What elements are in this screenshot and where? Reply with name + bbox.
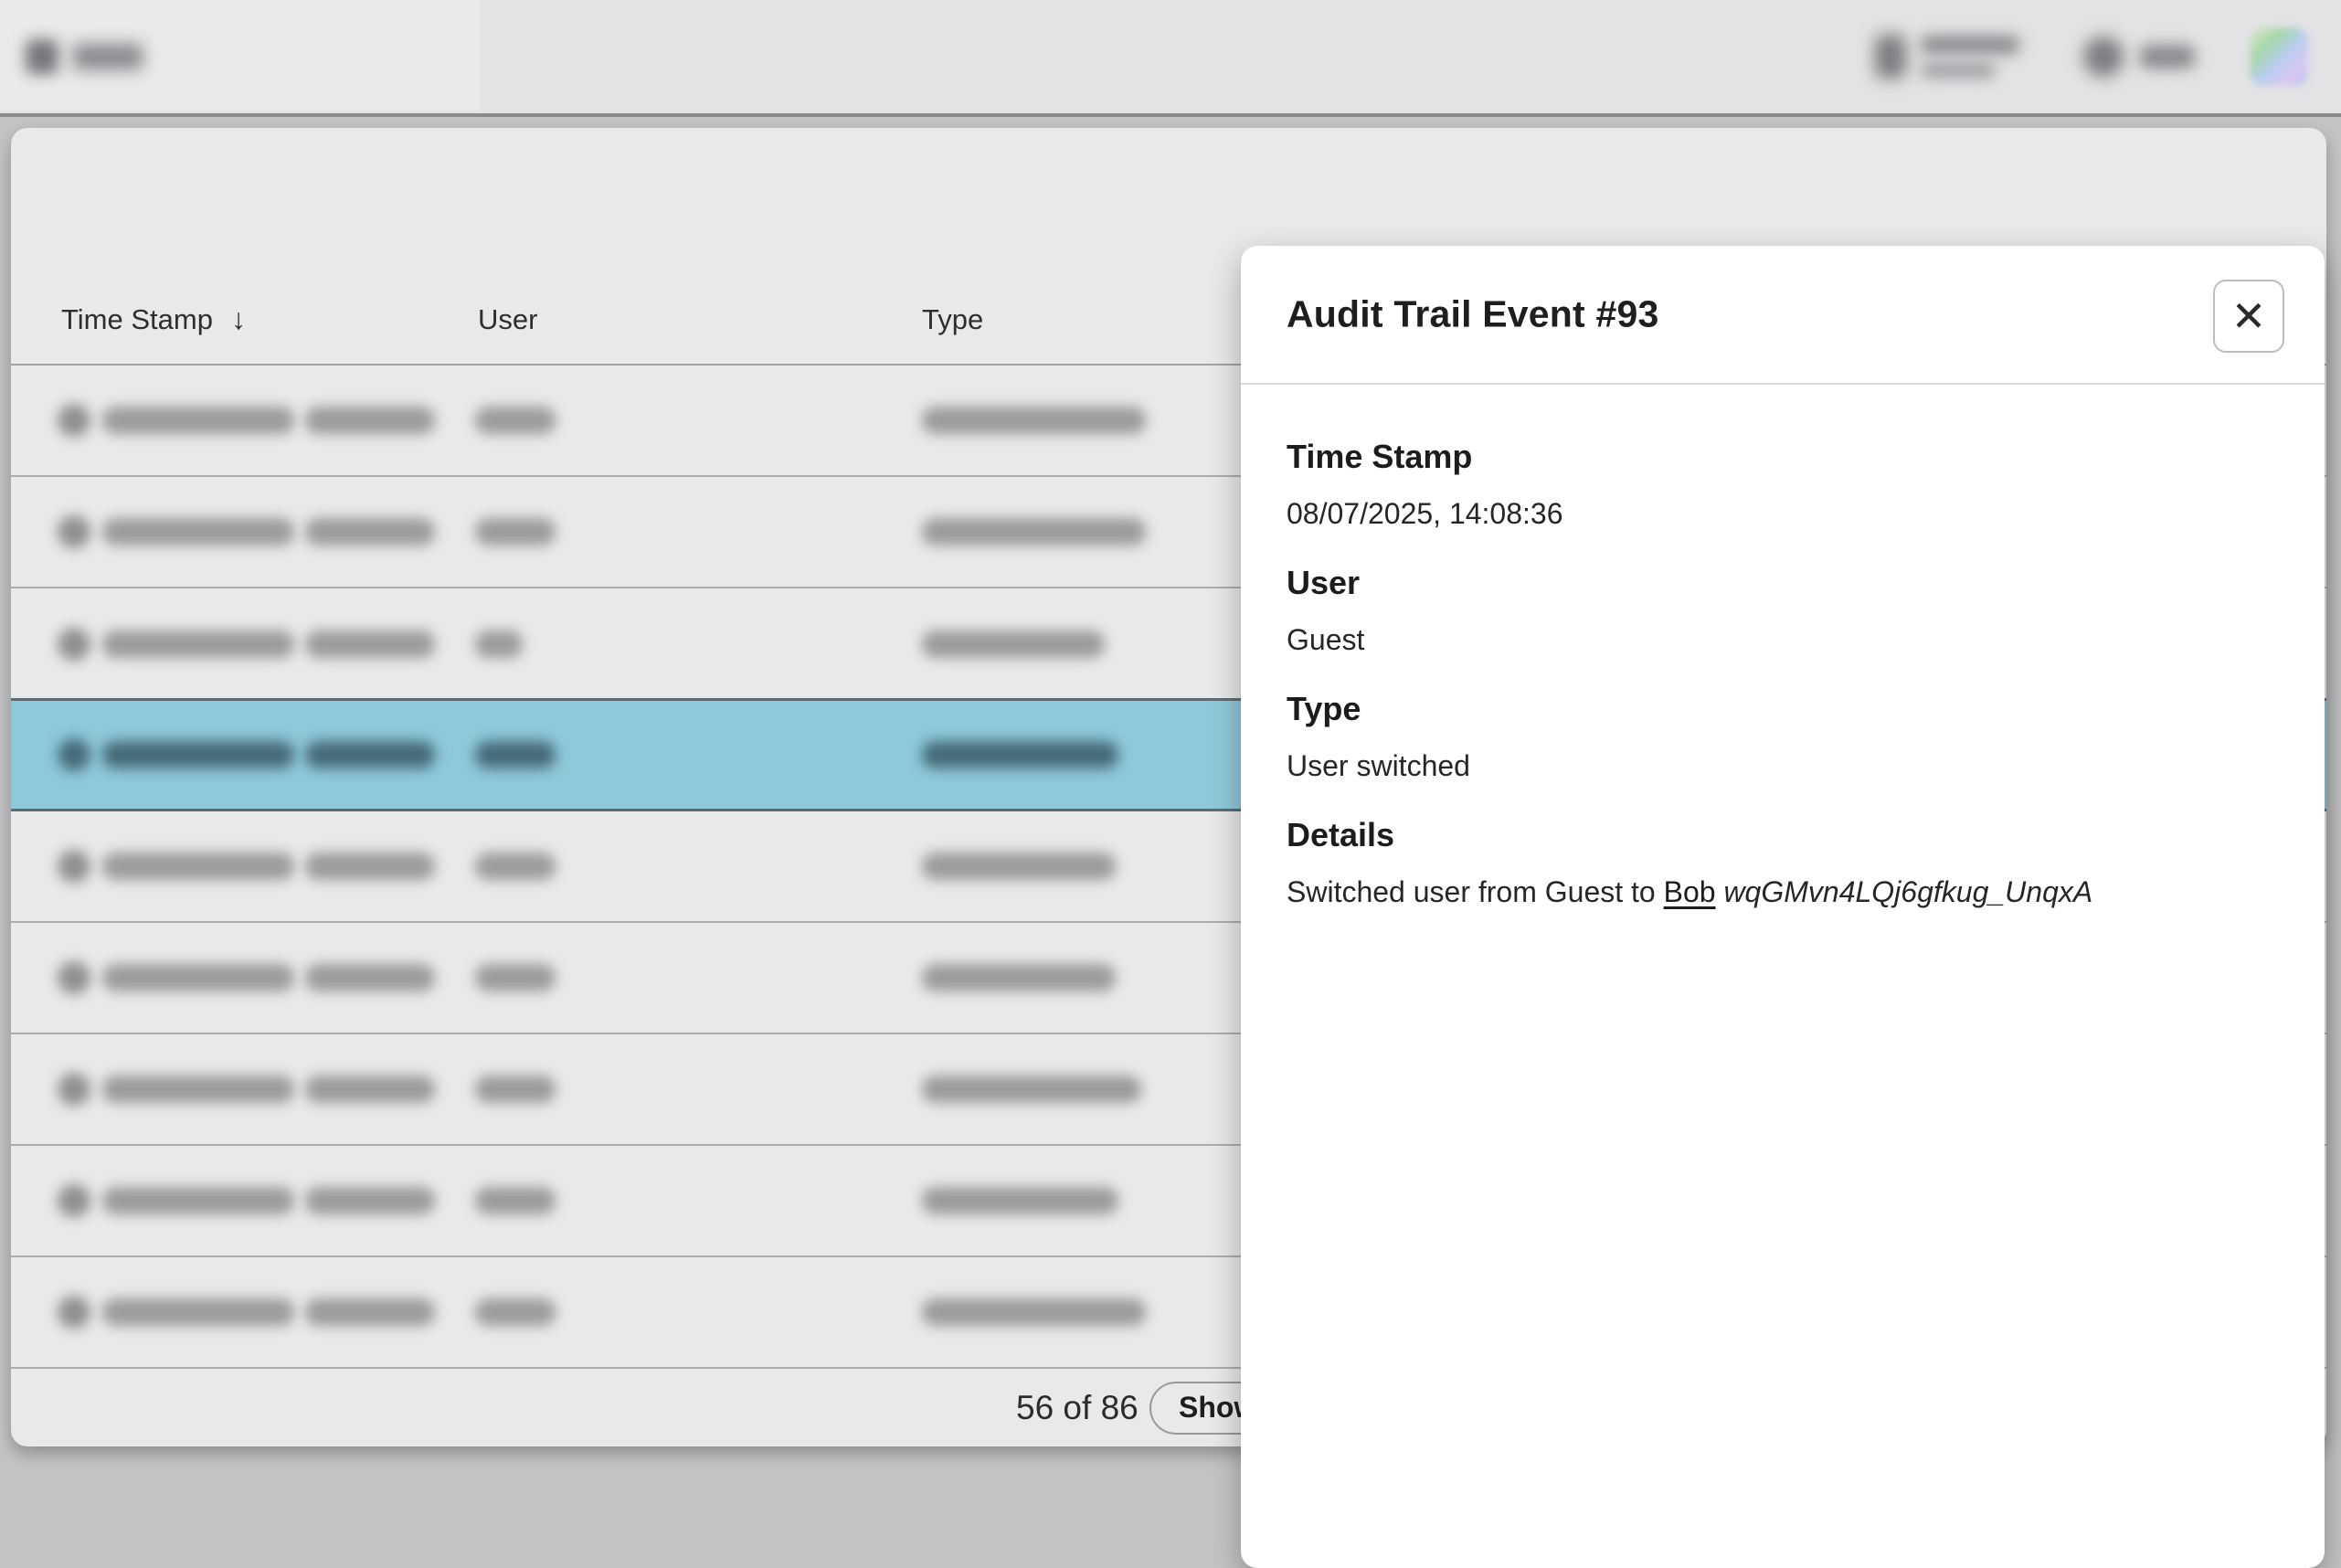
timestamp-blurred	[305, 741, 435, 768]
details-token: wqGMvn4LQj6gfkug_UnqxA	[1723, 875, 2092, 908]
user-blurred	[475, 741, 556, 768]
user-value: Guest	[1287, 622, 2279, 657]
timestamp-blurred	[102, 518, 294, 546]
timestamp-blurred	[305, 964, 435, 991]
type-blurred	[922, 518, 1146, 546]
user-blurred	[475, 964, 556, 991]
row-type-icon	[58, 1184, 90, 1217]
timestamp-blurred	[305, 630, 435, 658]
close-button[interactable]: ✕	[2213, 280, 2284, 353]
details-label: Details	[1287, 816, 2279, 854]
column-label: Time Stamp	[61, 303, 213, 336]
type-blurred	[922, 853, 1116, 880]
row-type-icon	[58, 961, 90, 994]
user-blurred	[475, 1187, 556, 1214]
user-name-blurred	[1921, 36, 2019, 78]
timestamp-blurred	[102, 630, 294, 658]
timestamp-blurred	[305, 518, 435, 546]
timestamp-blurred	[305, 1187, 435, 1214]
timestamp-blurred	[305, 1075, 435, 1103]
panel-header: Audit Trail Event #93 ✕	[1241, 246, 2325, 385]
avatar[interactable]	[2250, 27, 2308, 86]
row-type-icon	[58, 850, 90, 883]
timestamp-blurred	[305, 853, 435, 880]
menu-button[interactable]	[26, 0, 143, 113]
timestamp-blurred	[102, 407, 294, 434]
globe-icon	[2083, 37, 2124, 77]
timestamp-blurred	[102, 964, 294, 991]
timestamp-value: 08/07/2025, 14:08:36	[1287, 496, 2279, 531]
close-icon: ✕	[2231, 295, 2267, 337]
user-blurred	[475, 853, 556, 880]
type-blurred	[922, 630, 1105, 658]
sort-descending-icon[interactable]: ↓	[231, 302, 246, 336]
row-type-icon	[58, 1073, 90, 1106]
column-label: User	[478, 303, 537, 336]
row-type-icon	[58, 404, 90, 437]
panel-body: Time Stamp 08/07/2025, 14:08:36 User Gue…	[1241, 385, 2325, 909]
column-header-user[interactable]: User	[478, 303, 537, 336]
type-value: User switched	[1287, 748, 2279, 783]
type-label: Type	[1287, 690, 2279, 728]
details-text: Switched user from Guest to	[1287, 875, 1664, 908]
column-header-timestamp[interactable]: Time Stamp ↓	[61, 302, 246, 336]
type-blurred	[922, 1075, 1141, 1103]
user-text-line	[1921, 63, 1996, 78]
timestamp-blurred	[305, 407, 435, 434]
audit-event-detail-panel: Audit Trail Event #93 ✕ Time Stamp 08/07…	[1241, 246, 2325, 1568]
row-type-icon	[58, 628, 90, 661]
topbar-right-controls	[1875, 0, 2308, 113]
language-label-blurred	[2140, 45, 2195, 69]
details-value: Switched user from Guest to Bob wqGMvn4L…	[1287, 874, 2279, 909]
user-blurred	[475, 518, 556, 546]
timestamp-blurred	[102, 1187, 294, 1214]
panel-title: Audit Trail Event #93	[1287, 293, 1659, 336]
timestamp-blurred	[102, 1298, 294, 1326]
timestamp-blurred	[102, 1075, 294, 1103]
column-header-type[interactable]: Type	[922, 303, 983, 336]
timestamp-blurred	[102, 853, 294, 880]
user-blurred	[475, 407, 556, 434]
top-bar	[0, 0, 2341, 117]
row-type-icon	[58, 1296, 90, 1329]
menu-label-blurred	[73, 44, 143, 69]
type-blurred	[922, 964, 1116, 991]
user-blurred	[475, 1298, 556, 1326]
timestamp-blurred	[305, 1298, 435, 1326]
user-link[interactable]: Bob	[1664, 875, 1716, 908]
type-blurred	[922, 407, 1146, 434]
timestamp-label: Time Stamp	[1287, 438, 2279, 476]
row-type-icon	[58, 738, 90, 771]
user-menu[interactable]	[1875, 0, 2019, 113]
user-blurred	[475, 630, 523, 658]
type-blurred	[922, 1298, 1146, 1326]
timestamp-blurred	[102, 741, 294, 768]
type-blurred	[922, 1187, 1118, 1214]
person-icon	[1875, 35, 1906, 79]
column-label: Type	[922, 303, 983, 336]
language-selector[interactable]	[2083, 37, 2195, 77]
user-text-line	[1921, 36, 2019, 54]
row-count-text: 56 of 86	[1016, 1389, 1139, 1427]
user-label: User	[1287, 564, 2279, 602]
page-background: Time Stamp ↓ User Type 56 of 86 Show Aud…	[0, 117, 2341, 1467]
user-blurred	[475, 1075, 556, 1103]
type-blurred	[922, 741, 1118, 768]
hamburger-menu-icon	[26, 39, 58, 74]
row-type-icon	[58, 515, 90, 548]
